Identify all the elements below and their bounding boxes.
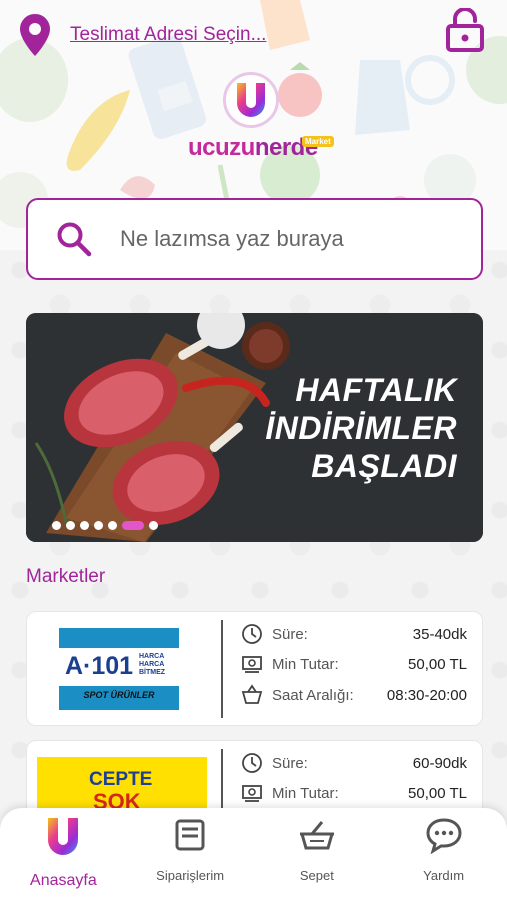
lock-icon[interactable] [445, 8, 485, 52]
a101-logo-sub: SPOT ÜRÜNLER [83, 690, 155, 700]
delivery-time-value: 60-90dk [412, 754, 467, 772]
market-card-a101[interactable]: A·101 HARCA HARCA BİTMEZ SPOT ÜRÜNLER Sü… [26, 611, 483, 726]
delivery-address-link[interactable]: Teslimat Adresi Seçin... [70, 24, 266, 46]
search-icon [57, 222, 92, 257]
banner-line-2: İNDİRİMLER [265, 410, 457, 446]
chat-help-icon [426, 818, 462, 854]
tab-help[interactable]: Yardım [380, 808, 507, 900]
map-pin-icon[interactable] [20, 14, 50, 56]
logo-badge: Market [302, 136, 334, 147]
logo-text-ucuzu: ucuzu [188, 134, 255, 161]
search-input[interactable] [120, 226, 460, 252]
min-amount-row: Min Tutar: 50,00 TL [241, 780, 467, 806]
tab-orders-label: Siparişlerim [156, 868, 225, 883]
min-amount-value: 50,00 TL [408, 655, 467, 673]
carousel-dot[interactable] [149, 521, 158, 530]
a101-logo: A·101 HARCA HARCA BİTMEZ SPOT ÜRÜNLER [59, 628, 179, 710]
delivery-time-row: Süre: 60-90dk [241, 750, 467, 776]
logo-u-icon [237, 83, 265, 117]
banner-line-3: BAŞLADI [311, 448, 457, 484]
tab-home-label: Anasayfa [30, 872, 97, 889]
carousel-dot-active[interactable] [122, 521, 144, 530]
carousel-dots[interactable] [52, 521, 158, 530]
basket-icon [241, 684, 263, 704]
markets-section-title: Marketler [26, 566, 106, 587]
orders-icon [175, 819, 205, 851]
promo-banner[interactable]: HAFTALIK İNDİRİMLER BAŞLADI [26, 313, 483, 542]
carousel-dot[interactable] [108, 521, 117, 530]
banner-headline: HAFTALIK İNDİRİMLER BAŞLADI [265, 371, 457, 485]
tab-orders[interactable]: Siparişlerim [127, 808, 254, 900]
tab-basket-label: Sepet [299, 868, 334, 883]
basket-icon [299, 821, 334, 850]
tab-help-label: Yardım [423, 868, 465, 883]
carousel-dot[interactable] [52, 521, 61, 530]
cash-icon [242, 785, 262, 802]
logo-emblem [223, 72, 279, 128]
delivery-time-value: 35-40dk [412, 625, 467, 643]
delivery-time-row: Süre: 35-40dk [241, 621, 467, 647]
carousel-dot[interactable] [66, 521, 75, 530]
hours-label: Saat Aralığı: [272, 686, 354, 704]
min-amount-row: Min Tutar: 50,00 TL [241, 651, 467, 677]
min-amount-label: Min Tutar: [272, 784, 339, 802]
clock-icon [242, 753, 262, 773]
min-amount-value: 50,00 TL [408, 784, 467, 802]
home-u-icon [48, 818, 79, 855]
delivery-time-label: Süre: [272, 625, 308, 643]
app-logo: ucuzunerde Market [188, 72, 334, 167]
cash-icon [242, 656, 262, 673]
hours-value: 08:30-20:00 [386, 686, 467, 704]
tab-home[interactable]: Anasayfa [0, 808, 127, 900]
tab-basket[interactable]: Sepet [254, 808, 381, 900]
clock-icon [242, 624, 262, 644]
min-amount-label: Min Tutar: [272, 655, 339, 673]
delivery-time-label: Süre: [272, 754, 308, 772]
banner-line-1: HAFTALIK [295, 372, 457, 408]
a101-logo-main: A·101 [65, 652, 134, 680]
card-divider [221, 620, 223, 718]
a101-logo-slogan: HARCA HARCA BİTMEZ [139, 653, 166, 676]
hours-row: Saat Aralığı: 08:30-20:00 [241, 682, 467, 708]
search-bar[interactable] [26, 198, 483, 280]
sok-logo-top: CEPTE [89, 769, 153, 790]
carousel-dot[interactable] [94, 521, 103, 530]
bottom-tab-bar: Anasayfa Siparişlerim Sepet Yardım [0, 808, 507, 900]
carousel-dot[interactable] [80, 521, 89, 530]
